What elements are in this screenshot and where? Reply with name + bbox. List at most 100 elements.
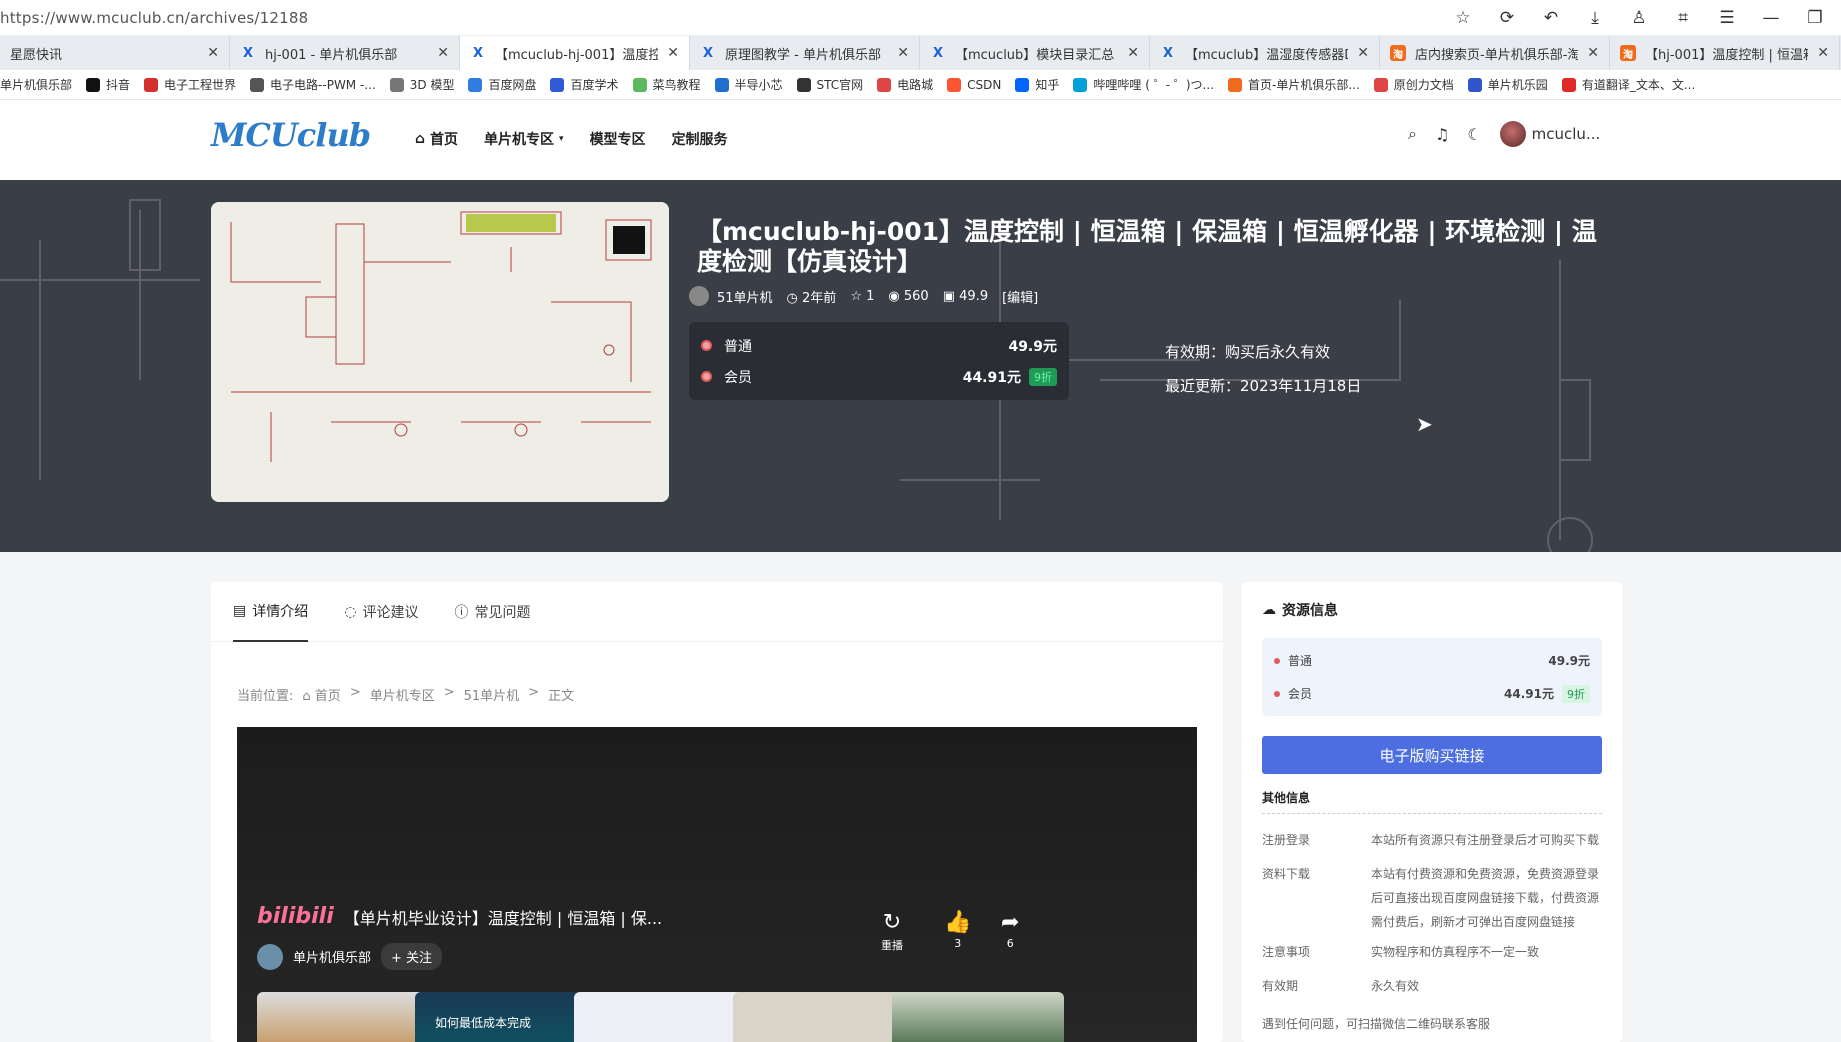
- taobao-icon: 淘: [1620, 45, 1636, 61]
- star-icon[interactable]: ☆: [1441, 8, 1485, 28]
- uploader-avatar[interactable]: [257, 943, 283, 970]
- bookmark[interactable]: 菜鸟教程: [632, 76, 701, 93]
- profile-icon[interactable]: ♙: [1617, 8, 1661, 28]
- bookmark-label: CSDN: [967, 77, 1002, 92]
- bookmark-icon: [250, 77, 265, 92]
- browser-tab[interactable]: Xhj-001 - 单片机俱乐部 ✕: [230, 36, 460, 70]
- bookmark[interactable]: 首页-单片机俱乐部...: [1228, 76, 1360, 93]
- sync-icon[interactable]: ⟳: [1485, 8, 1529, 28]
- thumbs-up-icon: 👍: [944, 910, 972, 935]
- hero-price-box: 普通 49.9元 会员 44.91元 9折: [689, 322, 1069, 400]
- bookmark[interactable]: 电子电路--PWM -...: [250, 76, 376, 93]
- video-title[interactable]: 【单片机毕业设计】温度控制 | 恒温箱 | 保...: [344, 905, 662, 929]
- info-row: 有效期 永久有效: [1262, 974, 1602, 998]
- close-icon[interactable]: ✕: [667, 45, 679, 61]
- uploader-name[interactable]: 单片机俱乐部: [293, 947, 371, 966]
- radio-dot[interactable]: [1274, 657, 1280, 664]
- close-icon[interactable]: ✕: [1127, 45, 1139, 61]
- radio-dot[interactable]: [1274, 690, 1280, 697]
- bookmark[interactable]: 单片机俱乐部: [0, 76, 72, 93]
- browser-tab[interactable]: X 【mcuclub】温湿度传感器D ✕: [1150, 36, 1380, 70]
- replay-button[interactable]: ↻ 重播: [881, 910, 903, 953]
- browser-tab[interactable]: X 原理图教学 - 单片机俱乐部 ✕: [690, 36, 920, 70]
- browser-tab[interactable]: X 【mcuclub】模块目录汇总 ✕: [920, 36, 1150, 70]
- browser-tab[interactable]: 淘【hj-001】温度控制 | 恒温箱 ✕: [1610, 36, 1840, 70]
- nav-home[interactable]: ⌂ 首页: [415, 129, 458, 149]
- tab-comments[interactable]: ◌ 评论建议: [344, 582, 418, 641]
- bookmark-label: 单片机乐园: [1487, 78, 1548, 92]
- download-icon[interactable]: ⤓: [1573, 8, 1617, 28]
- bookmark[interactable]: CSDN: [947, 77, 1002, 92]
- crop-icon[interactable]: ⌗: [1661, 8, 1705, 28]
- close-icon[interactable]: ✕: [437, 45, 449, 61]
- site-logo[interactable]: MCUclub: [211, 116, 371, 154]
- bookmark[interactable]: STC官网: [796, 76, 863, 93]
- share-button[interactable]: ➦ 6: [1001, 910, 1019, 950]
- bookmark[interactable]: 抖音: [86, 76, 130, 93]
- browser-tab[interactable]: 星愿快讯 ✕: [0, 36, 230, 70]
- url-field[interactable]: https://www.mcuclub.cn/archives/12188: [0, 9, 308, 27]
- tab-label: 常见问题: [474, 604, 531, 621]
- bookmark-icon: [1228, 77, 1242, 92]
- bookmark[interactable]: 原创力文档: [1373, 76, 1454, 93]
- product-thumbnail[interactable]: [211, 202, 669, 502]
- bilibili-logo[interactable]: bilibili: [257, 904, 334, 929]
- bell-icon[interactable]: ♫: [1435, 125, 1449, 144]
- search-icon[interactable]: ⌕: [1408, 124, 1417, 144]
- close-icon[interactable]: ✕: [1817, 45, 1829, 61]
- bookmark-label: 有道翻译_文本、文...: [1581, 78, 1696, 92]
- video-player[interactable]: bilibili 【单片机毕业设计】温度控制 | 恒温箱 | 保... 单片机俱…: [237, 727, 1197, 1042]
- radio-dot[interactable]: [701, 371, 712, 382]
- moon-icon[interactable]: ☾: [1467, 125, 1481, 144]
- tab-label: 星愿快讯: [10, 47, 63, 63]
- bookmark[interactable]: 单片机乐园: [1467, 76, 1548, 93]
- browser-tab[interactable]: X 【mcuclub-hj-001】温度控 ✕: [460, 36, 690, 70]
- breadcrumb-mcu-zone[interactable]: 单片机专区: [370, 685, 435, 704]
- recommended-video[interactable]: [574, 992, 746, 1042]
- breadcrumb-home[interactable]: ⌂ 首页: [302, 685, 340, 704]
- nav-custom-service[interactable]: 定制服务: [672, 129, 728, 149]
- header-actions: ⌕ ♫ ☾ mcuclu...: [1408, 121, 1600, 147]
- bookmark[interactable]: 有道翻译_文本、文...: [1561, 76, 1696, 93]
- recommended-video[interactable]: 如何最低成本完成: [415, 992, 587, 1042]
- close-icon[interactable]: ✕: [1357, 45, 1369, 61]
- tab-details[interactable]: ▤ 详情介绍: [233, 582, 309, 642]
- close-icon[interactable]: ✕: [897, 45, 909, 61]
- bookmark[interactable]: 百度网盘: [468, 76, 536, 93]
- close-icon[interactable]: ✕: [1587, 45, 1599, 61]
- author-name[interactable]: 51单片机: [717, 287, 773, 306]
- breadcrumb-prefix: 当前位置:: [237, 689, 294, 704]
- menu-icon[interactable]: ☰: [1705, 8, 1749, 28]
- nav-model-zone[interactable]: 模型专区: [590, 129, 646, 149]
- price-value: 44.91元: [962, 369, 1021, 386]
- recommended-video[interactable]: [257, 992, 429, 1042]
- follow-button[interactable]: + 关注: [381, 943, 443, 970]
- recommended-video[interactable]: [733, 992, 905, 1042]
- discount-badge: 9折: [1562, 684, 1590, 703]
- restore-icon[interactable]: ❐: [1793, 8, 1837, 28]
- author-avatar[interactable]: [689, 286, 709, 306]
- close-icon[interactable]: ✕: [207, 45, 219, 61]
- buy-link-button[interactable]: 电子版购买链接: [1262, 736, 1602, 774]
- radio-dot[interactable]: [701, 340, 712, 351]
- validity-text: 有效期：购买后永久有效: [1165, 343, 1331, 361]
- bookmark[interactable]: 百度学术: [550, 76, 619, 93]
- history-icon[interactable]: ↶: [1529, 8, 1573, 28]
- bookmark-label: 半导小芯: [734, 78, 783, 92]
- like-button[interactable]: 👍 3: [944, 910, 971, 950]
- bookmark[interactable]: 电子工程世界: [144, 76, 236, 93]
- recommended-video[interactable]: [892, 992, 1064, 1042]
- tab-faq[interactable]: ⓘ 常见问题: [454, 582, 530, 641]
- edit-link[interactable]: [编辑]: [1002, 287, 1038, 306]
- nav-mcu-zone[interactable]: 单片机专区 ▾: [484, 129, 564, 149]
- browser-tab[interactable]: 淘店内搜索页-单片机俱乐部-淘 ✕: [1380, 36, 1610, 70]
- bookmark[interactable]: 3D 模型: [389, 76, 454, 93]
- bookmark[interactable]: 半导小芯: [714, 76, 783, 93]
- user-menu[interactable]: mcuclu...: [1499, 121, 1600, 147]
- bookmark[interactable]: 电路城: [877, 76, 933, 93]
- bookmark[interactable]: 知乎: [1015, 76, 1059, 93]
- breadcrumb-51mcu[interactable]: 51单片机: [464, 685, 520, 704]
- minimize-icon[interactable]: —: [1749, 8, 1793, 28]
- publish-time: 2年前: [802, 290, 837, 306]
- bookmark[interactable]: 哔哩哔哩 ( ゜- ゜)つ...: [1073, 76, 1214, 93]
